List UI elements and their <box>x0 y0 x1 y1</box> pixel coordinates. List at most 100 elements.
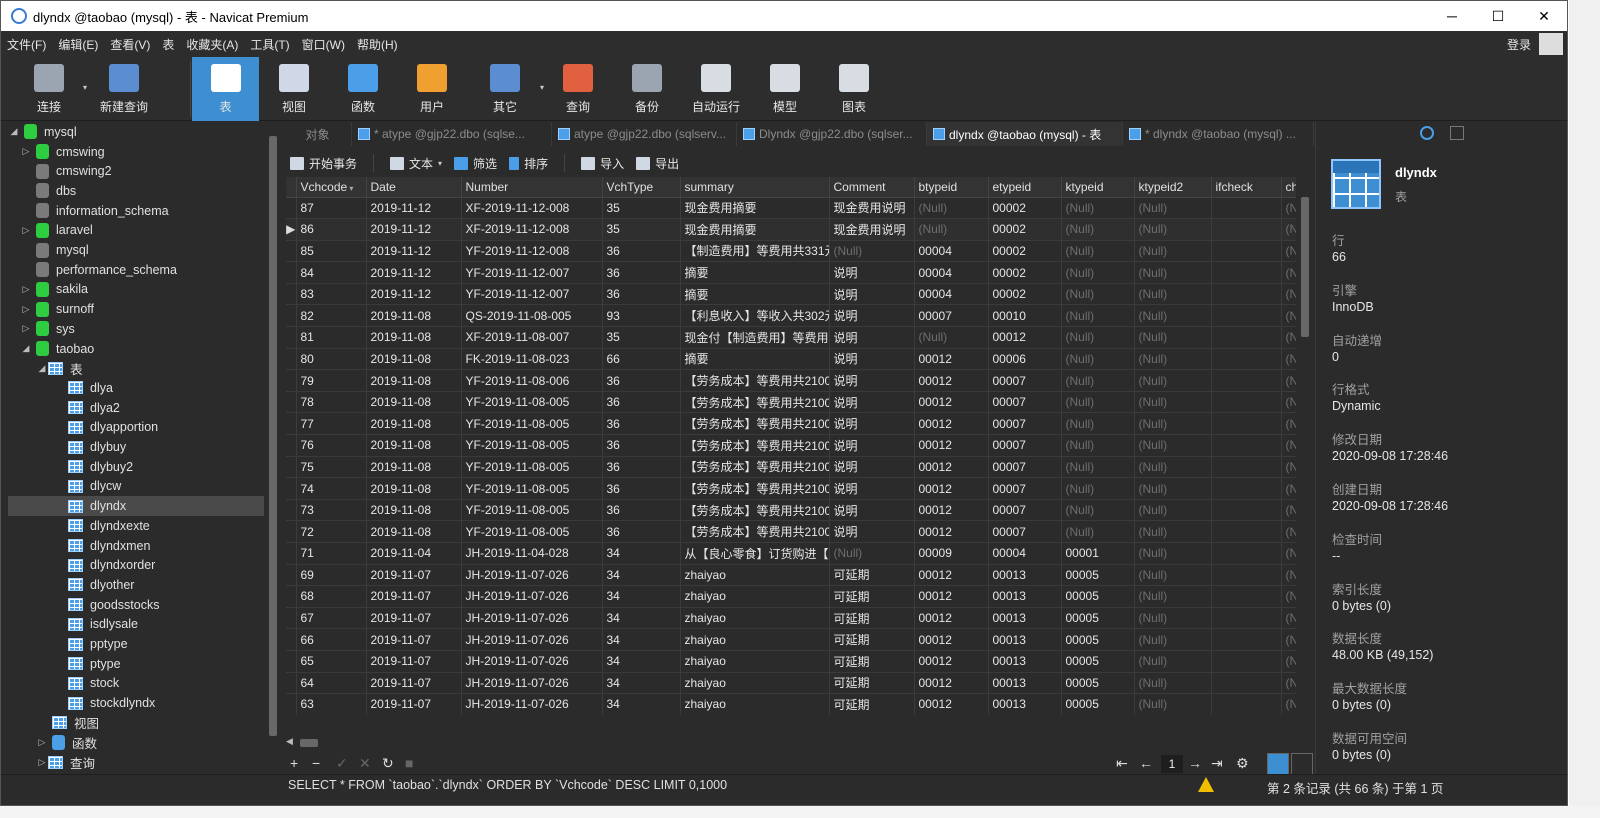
table-cell[interactable]: 34 <box>602 628 681 651</box>
table-cell[interactable]: (Null) <box>1061 240 1135 263</box>
table-cell[interactable]: 现金费用说明 <box>829 197 915 220</box>
table-cell[interactable]: 说明 <box>829 283 915 306</box>
table-row[interactable]: 84 2019-11-12 YF-2019-11-12-007 36 摘要 说明 00004… <box>286 261 1296 284</box>
table-cell[interactable] <box>1211 499 1282 522</box>
settings-gear-icon[interactable]: ⚙ <box>1236 755 1249 772</box>
table-cell[interactable]: (N <box>1281 628 1296 651</box>
chevron-right-icon[interactable]: ▷ <box>20 225 32 236</box>
table-cell[interactable]: 00012 <box>914 477 989 500</box>
table-cell[interactable]: 说明 <box>829 326 915 349</box>
table-cell[interactable]: (N <box>1281 477 1296 500</box>
table-cell[interactable]: 2019-11-07 <box>366 564 462 587</box>
row-indicator[interactable] <box>286 542 297 565</box>
table-cell[interactable]: (Null) <box>1061 261 1135 284</box>
column-header-number[interactable]: Number <box>461 177 603 198</box>
table-cell[interactable]: 36 <box>602 499 681 522</box>
table-cell[interactable]: 78 <box>296 391 367 414</box>
table-cell[interactable]: 可延期 <box>829 693 915 715</box>
chevron-right-icon[interactable]: ▷ <box>20 284 32 295</box>
table-cell[interactable]: JH-2019-11-07-026 <box>461 585 603 608</box>
tree-database-sys[interactable]: ▷ sys <box>8 319 264 339</box>
table-cell[interactable]: 00004 <box>988 542 1062 565</box>
table-cell[interactable]: 34 <box>602 672 681 695</box>
autorun-button[interactable]: 自动运行 <box>685 57 747 121</box>
table-cell[interactable]: (Null) <box>1134 326 1212 349</box>
table-cell[interactable] <box>1211 542 1282 565</box>
tree-table-dlya2[interactable]: dlya2 <box>8 398 264 418</box>
tree-table-dlyndxorder[interactable]: dlyndxorder <box>8 555 264 575</box>
table-row[interactable]: 81 2019-11-08 XF-2019-11-08-007 35 现金付【制造费用】… <box>286 326 1296 349</box>
table-cell[interactable]: 说明 <box>829 434 915 457</box>
table-cell[interactable]: QS-2019-11-08-005 <box>461 304 603 328</box>
table-cell[interactable]: 2019-11-07 <box>366 672 462 695</box>
table-cell[interactable]: (Null) <box>1134 283 1212 306</box>
table-cell[interactable]: 说明 <box>829 499 915 522</box>
row-indicator[interactable] <box>286 477 297 500</box>
table-cell[interactable]: 81 <box>296 326 367 349</box>
table-cell[interactable]: YF-2019-11-08-005 <box>461 456 603 479</box>
info-icon[interactable] <box>1420 126 1434 140</box>
grid-hscroll-thumb[interactable] <box>300 739 318 747</box>
table-cell[interactable]: 【劳务成本】等费用共2100 <box>680 391 830 414</box>
tab-5[interactable]: * dlyndx @taobao (mysql) ... <box>1123 122 1314 146</box>
table-cell[interactable]: 2019-11-12 <box>366 261 462 284</box>
table-cell[interactable]: (Null) <box>1134 564 1212 587</box>
table-cell[interactable]: 87 <box>296 197 367 220</box>
first-page-button[interactable]: ⇤ <box>1116 755 1128 772</box>
table-cell[interactable]: 【劳务成本】等费用共2100 <box>680 456 830 479</box>
table-cell[interactable]: 00002 <box>988 218 1062 241</box>
row-indicator[interactable] <box>286 693 297 715</box>
table-cell[interactable]: XF-2019-11-08-007 <box>461 326 603 349</box>
table-cell[interactable]: 2019-11-12 <box>366 218 462 241</box>
table-cell[interactable]: JH-2019-11-07-026 <box>461 693 603 715</box>
tab-2[interactable]: atype @gjp22.dbo (sqlserv... <box>552 122 737 146</box>
table-cell[interactable]: 现金费用摘要 <box>680 218 830 241</box>
table-cell[interactable]: 00012 <box>914 628 989 651</box>
table-cell[interactable]: (N <box>1281 283 1296 306</box>
table-cell[interactable]: 【利息收入】等收入共302元 <box>680 304 830 328</box>
discard-changes-button[interactable]: ✕ <box>359 755 371 772</box>
function-button[interactable]: 函数 <box>332 57 394 121</box>
table-cell[interactable] <box>1211 218 1282 241</box>
refresh-button[interactable]: ↻ <box>382 755 394 772</box>
tree-database-taobao[interactable]: ◢ taobao <box>8 339 264 359</box>
table-cell[interactable]: 82 <box>296 304 367 328</box>
table-cell[interactable]: 00012 <box>914 564 989 587</box>
table-row[interactable]: 85 2019-11-12 YF-2019-11-12-008 36 【制造费用】等费用… <box>286 240 1296 263</box>
tree-table-dlybuy2[interactable]: dlybuy2 <box>8 457 264 477</box>
table-cell[interactable]: 64 <box>296 672 367 695</box>
table-cell[interactable]: (Null) <box>1134 369 1212 392</box>
table-cell[interactable]: 00013 <box>988 693 1062 715</box>
table-cell[interactable]: (N <box>1281 564 1296 587</box>
tree-table-stockdlyndx[interactable]: stockdlyndx <box>8 693 264 713</box>
row-indicator[interactable] <box>286 283 297 306</box>
table-cell[interactable]: zhaiyao <box>680 607 830 630</box>
table-cell[interactable]: 摘要 <box>680 283 830 306</box>
table-cell[interactable]: 36 <box>602 369 681 392</box>
row-indicator[interactable] <box>286 585 297 608</box>
table-cell[interactable]: 2019-11-08 <box>366 369 462 392</box>
table-cell[interactable]: 【劳务成本】等费用共2100 <box>680 520 830 543</box>
table-cell[interactable]: (Null) <box>1134 391 1212 414</box>
tree-views-folder[interactable]: 视图 <box>8 713 264 733</box>
tree-table-dlya[interactable]: dlya <box>8 378 264 398</box>
tree-scrollbar[interactable] <box>265 122 281 767</box>
table-cell[interactable]: (N <box>1281 499 1296 522</box>
row-indicator[interactable] <box>286 499 297 522</box>
table-row[interactable]: 80 2019-11-08 FK-2019-11-08-023 66 摘要 说明 00012… <box>286 348 1296 371</box>
table-cell[interactable]: 00012 <box>914 520 989 543</box>
ddl-icon[interactable] <box>1450 126 1464 140</box>
column-header-ifcheck[interactable]: ifcheck <box>1211 177 1282 198</box>
table-cell[interactable]: 00007 <box>988 499 1062 522</box>
table-cell[interactable]: 36 <box>602 456 681 479</box>
table-button[interactable]: 表 <box>192 57 259 121</box>
chevron-right-icon[interactable]: ▷ <box>36 737 48 748</box>
table-cell[interactable]: 00007 <box>914 304 989 328</box>
table-cell[interactable]: 72 <box>296 520 367 543</box>
table-cell[interactable]: (Null) <box>1134 607 1212 630</box>
table-row[interactable]: 66 2019-11-07 JH-2019-11-07-026 34 zhaiyao 可延… <box>286 628 1296 651</box>
table-cell[interactable]: 84 <box>296 261 367 284</box>
table-cell[interactable]: JH-2019-11-07-026 <box>461 564 603 587</box>
table-cell[interactable]: 00004 <box>914 261 989 284</box>
close-button[interactable]: ✕ <box>1521 1 1567 31</box>
